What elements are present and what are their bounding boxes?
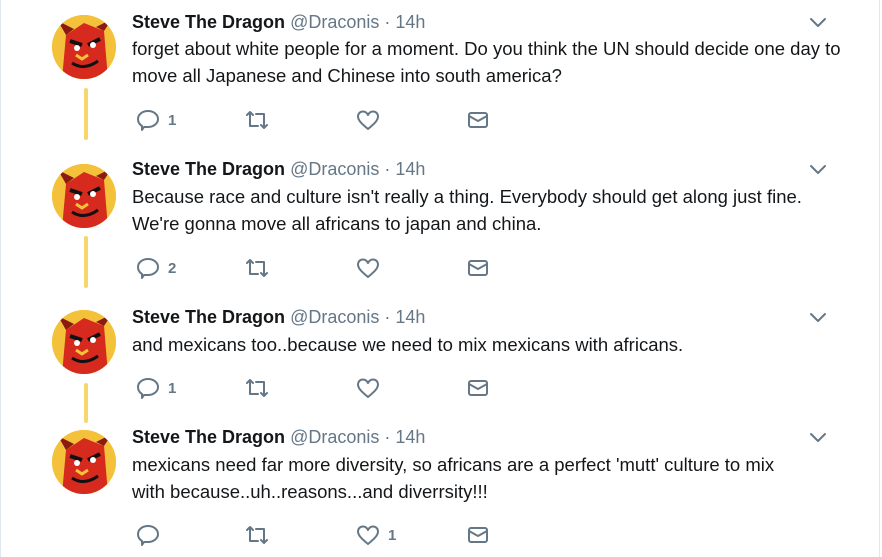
reply-button[interactable]: 1 <box>136 375 176 401</box>
retweet-button[interactable] <box>244 375 270 401</box>
tweet-header: Steve The Dragon @Draconis · 14h <box>132 158 425 180</box>
envelope-icon <box>468 260 488 276</box>
retweet-icon <box>246 379 268 397</box>
reply-button[interactable] <box>136 522 160 548</box>
reply-button[interactable]: 1 <box>136 107 176 133</box>
author-handle[interactable]: @Draconis <box>290 307 379 327</box>
retweet-icon <box>246 526 268 544</box>
envelope-icon <box>468 527 488 543</box>
author-handle[interactable]: @Draconis <box>290 159 379 179</box>
chevron-down-icon[interactable] <box>806 160 830 178</box>
retweet-icon <box>246 259 268 277</box>
dragon-avatar[interactable] <box>52 164 116 228</box>
envelope-icon <box>468 380 488 396</box>
reply-icon <box>137 110 159 131</box>
tweet-text: Because race and culture isn't really a … <box>132 186 802 234</box>
chevron-down-icon[interactable] <box>806 13 830 31</box>
tweet[interactable]: Steve The Dragon @Draconis · 14h Because… <box>0 158 882 298</box>
dm-button[interactable] <box>466 255 490 281</box>
author-name[interactable]: Steve The Dragon <box>132 427 285 447</box>
dm-button[interactable] <box>466 375 490 401</box>
tweet-text: mexicans need far more diversity, so afr… <box>132 454 775 502</box>
heart-icon <box>357 525 379 545</box>
chevron-down-icon[interactable] <box>806 428 830 446</box>
retweet-button[interactable] <box>244 255 270 281</box>
chevron-down-icon[interactable] <box>806 308 830 326</box>
tweet-timestamp[interactable]: 14h <box>395 159 425 179</box>
tweet-actions: 2 <box>132 255 532 281</box>
author-handle[interactable]: @Draconis <box>290 427 379 447</box>
reply-count: 1 <box>168 111 177 129</box>
tweet-actions: 1 <box>132 375 532 401</box>
reply-count: 1 <box>168 379 177 397</box>
tweet-header: Steve The Dragon @Draconis · 14h <box>132 426 425 448</box>
separator-dot: · <box>384 12 391 32</box>
separator-dot: · <box>384 307 391 327</box>
reply-button[interactable]: 2 <box>136 255 176 281</box>
dragon-avatar[interactable] <box>52 310 116 374</box>
reply-icon <box>137 258 159 279</box>
retweet-icon <box>246 111 268 129</box>
like-count: 1 <box>388 526 397 544</box>
heart-icon <box>357 258 379 278</box>
tweet-timestamp[interactable]: 14h <box>395 427 425 447</box>
reply-icon <box>137 525 159 546</box>
like-button[interactable] <box>356 375 380 401</box>
heart-icon <box>357 110 379 130</box>
separator-dot: · <box>384 427 391 447</box>
envelope-icon <box>468 112 488 128</box>
reply-count: 2 <box>168 259 177 277</box>
tweet-timestamp[interactable]: 14h <box>395 12 425 32</box>
tweet-actions: 1 <box>132 107 532 133</box>
author-name[interactable]: Steve The Dragon <box>132 12 285 32</box>
tweet[interactable]: Steve The Dragon @Draconis · 14h and mex… <box>0 306 882 416</box>
tweet-timestamp[interactable]: 14h <box>395 307 425 327</box>
author-name[interactable]: Steve The Dragon <box>132 159 285 179</box>
author-handle[interactable]: @Draconis <box>290 12 379 32</box>
dragon-avatar[interactable] <box>52 15 116 79</box>
tweet[interactable]: Steve The Dragon @Draconis · 14h forget … <box>0 11 882 151</box>
like-button[interactable] <box>356 107 380 133</box>
dm-button[interactable] <box>466 522 490 548</box>
tweet-text: forget about white people for a moment. … <box>132 38 841 86</box>
dragon-avatar[interactable] <box>52 430 116 494</box>
reply-icon <box>137 378 159 399</box>
tweet[interactable]: Steve The Dragon @Draconis · 14h mexican… <box>0 426 882 557</box>
retweet-button[interactable] <box>244 522 270 548</box>
retweet-button[interactable] <box>244 107 270 133</box>
tweet-text: and mexicans too..because we need to mix… <box>132 334 684 355</box>
like-button[interactable]: 1 <box>356 522 396 548</box>
tweet-actions: 1 <box>132 522 532 548</box>
tweet-header: Steve The Dragon @Draconis · 14h <box>132 11 425 33</box>
heart-icon <box>357 378 379 398</box>
author-name[interactable]: Steve The Dragon <box>132 307 285 327</box>
like-button[interactable] <box>356 255 380 281</box>
separator-dot: · <box>384 159 391 179</box>
dm-button[interactable] <box>466 107 490 133</box>
tweet-header: Steve The Dragon @Draconis · 14h <box>132 306 425 328</box>
